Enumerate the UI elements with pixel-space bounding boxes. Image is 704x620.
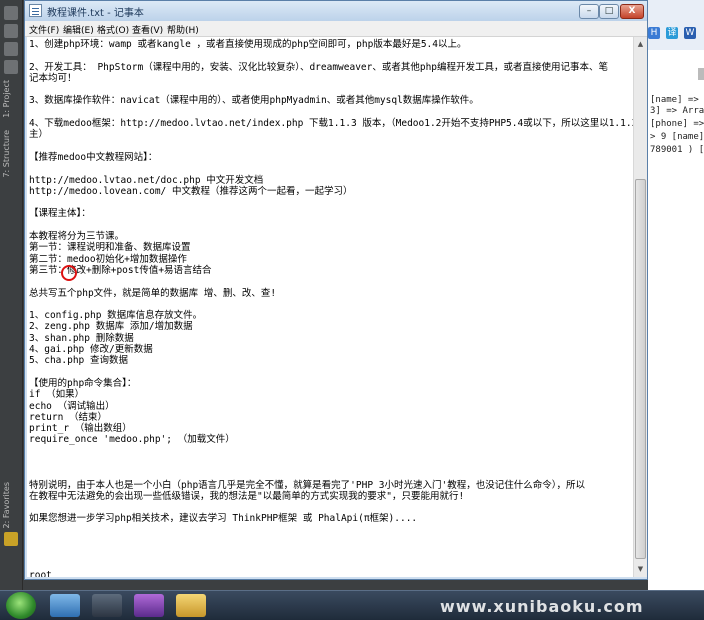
text-line: [29, 299, 629, 310]
ide-code-line: 789001 ) [8: [650, 145, 704, 155]
text-line: [29, 502, 629, 513]
text-line: if （如果）: [29, 389, 85, 401]
text-line: 第三节：修改+删除+post传值+易语言结合: [29, 264, 212, 276]
ide-w-icon[interactable]: W: [684, 27, 696, 39]
text-line: [29, 367, 629, 378]
scroll-down-arrow-icon[interactable]: ▼: [635, 563, 646, 575]
scroll-up-arrow-icon[interactable]: ▲: [635, 38, 646, 50]
taskbar-phpstorm-icon[interactable]: [134, 594, 164, 617]
text-line: print_r （输出数组）: [29, 423, 132, 435]
text-line: [29, 50, 629, 61]
menu-file[interactable]: 文件(F): [29, 23, 59, 36]
text-line: [29, 525, 629, 536]
text-line: 【使用的php命令集合】：: [29, 377, 137, 389]
watermark: www.xunibaoku.com: [440, 597, 644, 616]
text-editor[interactable]: 1、创建php环境：wamp 或者kangle ，或者直接使用现成的php空间即…: [27, 37, 633, 577]
ide-tab-project[interactable]: 1: Project: [2, 80, 20, 118]
text-line: 2、开发工具： PhpStorm（课程中用的，安装、汉化比较复杂）、dreamw…: [29, 61, 609, 73]
text-line: 主）: [29, 129, 49, 141]
ide-right-topbar: [648, 0, 704, 50]
ide-code-line: > 9 [name]: [650, 132, 704, 142]
ide-h-icon[interactable]: H: [648, 27, 660, 39]
text-line: 【课程主体】：: [29, 208, 91, 220]
text-line: return （结束）: [29, 411, 108, 423]
text-line: 1、config.php 数据库信息存放文件。: [29, 310, 203, 322]
ide-code-line: 3] => Array: [650, 106, 704, 116]
ide-right-panel: H 译 W [name] => 赵 3] => Array [phone] =>…: [648, 0, 704, 590]
ide-debug-icon[interactable]: [4, 42, 18, 56]
text-line: 3、数据库操作软件：navicat（课程中用的）、或者使用phpMyadmin、…: [29, 95, 479, 107]
taskbar: www.xunibaoku.com: [0, 590, 704, 620]
text-line: 特别说明，由于本人也是一个小白（php语言几乎是完全不懂，就算是看完了'PHP …: [29, 479, 585, 491]
maximize-button[interactable]: □: [599, 4, 619, 19]
text-line: [29, 107, 629, 118]
scrollbar-thumb[interactable]: [635, 179, 646, 559]
text-line: [29, 468, 629, 479]
close-button[interactable]: X: [620, 4, 644, 19]
text-line: [29, 457, 629, 468]
mouse-cursor-highlight: [61, 265, 77, 281]
ide-folder-icon[interactable]: [4, 6, 18, 20]
text-line: [29, 446, 629, 457]
text-line: 第一节：课程说明和准备、数据库设置: [29, 242, 191, 254]
title-bar[interactable]: 教程课件.txt - 记事本 – □ X: [25, 1, 647, 21]
text-line: [29, 276, 629, 287]
taskbar-window-icon[interactable]: [50, 594, 80, 617]
text-line: http://medoo.lovean.com/ 中文教程（推荐这两个一起看，一…: [29, 185, 353, 197]
text-line: 3、shan.php 删除数据: [29, 332, 134, 344]
text-line: 如果您想进一步学习php相关技术，建议去学习 ThinkPHP框架 或 Phal…: [29, 513, 418, 525]
ide-left-toolbar: 1: Project 7: Structure 2: Favorites: [0, 0, 23, 590]
start-button[interactable]: [6, 592, 36, 619]
ide-settings-icon[interactable]: [4, 60, 18, 74]
text-line: [29, 163, 629, 174]
ide-scroll-marker: [698, 68, 704, 80]
text-line: http://medoo.lvtao.net/doc.php 中文开发文档: [29, 174, 264, 186]
text-line: 在教程中无法避免的会出现一些低级错误，我的想法是"以最简单的方式实现我的要求"，…: [29, 490, 465, 502]
notepad-icon: [29, 4, 42, 17]
text-line: 【推荐medoo中文教程网站】：: [29, 151, 158, 163]
menu-format[interactable]: 格式(O): [97, 23, 129, 36]
text-line: 1、创建php环境：wamp 或者kangle ，或者直接使用现成的php空间即…: [29, 39, 467, 50]
text-line: [29, 536, 629, 547]
text-line: [29, 141, 629, 152]
text-line: 2、zeng.php 数据库 添加/增加数据: [29, 321, 193, 333]
text-line: 4、gai.php 修改/更新数据: [29, 344, 153, 356]
menu-edit[interactable]: 编辑(E): [63, 23, 94, 36]
text-line: 第二节：medoo初始化+增加数据操作: [29, 253, 187, 265]
menu-help[interactable]: 帮助(H): [167, 23, 199, 36]
ide-translate-icon[interactable]: 译: [666, 27, 678, 39]
text-line: 总共写五个php文件，就是简单的数据库 增、删、改、查!: [29, 287, 277, 299]
menu-view[interactable]: 查看(V): [132, 23, 163, 36]
text-line: 5、cha.php 查询数据: [29, 355, 128, 367]
ide-tab-structure[interactable]: 7: Structure: [2, 130, 20, 178]
ide-star-icon[interactable]: [4, 532, 18, 546]
ide-code-line: [phone] =>: [650, 119, 704, 129]
text-line: root: [29, 569, 52, 577]
text-line: [29, 547, 629, 558]
text-line: echo （调试输出）: [29, 400, 115, 412]
taskbar-recorder-icon[interactable]: [92, 594, 122, 617]
ide-run-icon[interactable]: [4, 24, 18, 38]
window-title: 教程课件.txt - 记事本: [47, 8, 144, 19]
menu-bar: 文件(F) 编辑(E) 格式(O) 查看(V) 帮助(H): [25, 21, 647, 37]
text-line: 本教程将分为三节课。: [29, 231, 125, 243]
text-line: require_once 'medoo.php'; （加载文件）: [29, 434, 235, 446]
text-line: [29, 220, 629, 231]
text-line: [29, 197, 629, 208]
taskbar-explorer-icon[interactable]: [176, 594, 206, 617]
notepad-window: 教程课件.txt - 记事本 – □ X 文件(F) 编辑(E) 格式(O) 查…: [24, 0, 648, 580]
text-line: [29, 84, 629, 95]
text-line: 4、下载medoo框架：http://medoo.lvtao.net/index…: [29, 118, 633, 130]
ide-tab-favorites[interactable]: 2: Favorites: [2, 482, 20, 528]
document-text: 1、创建php环境：wamp 或者kangle ，或者直接使用现成的php空间即…: [29, 39, 633, 577]
text-line: [29, 559, 629, 570]
ide-code-line: [name] => 赵: [650, 95, 704, 105]
vertical-scrollbar[interactable]: ▲ ▼: [633, 37, 647, 577]
minimize-button[interactable]: –: [579, 4, 599, 19]
text-line: 记本均可！: [29, 72, 77, 84]
